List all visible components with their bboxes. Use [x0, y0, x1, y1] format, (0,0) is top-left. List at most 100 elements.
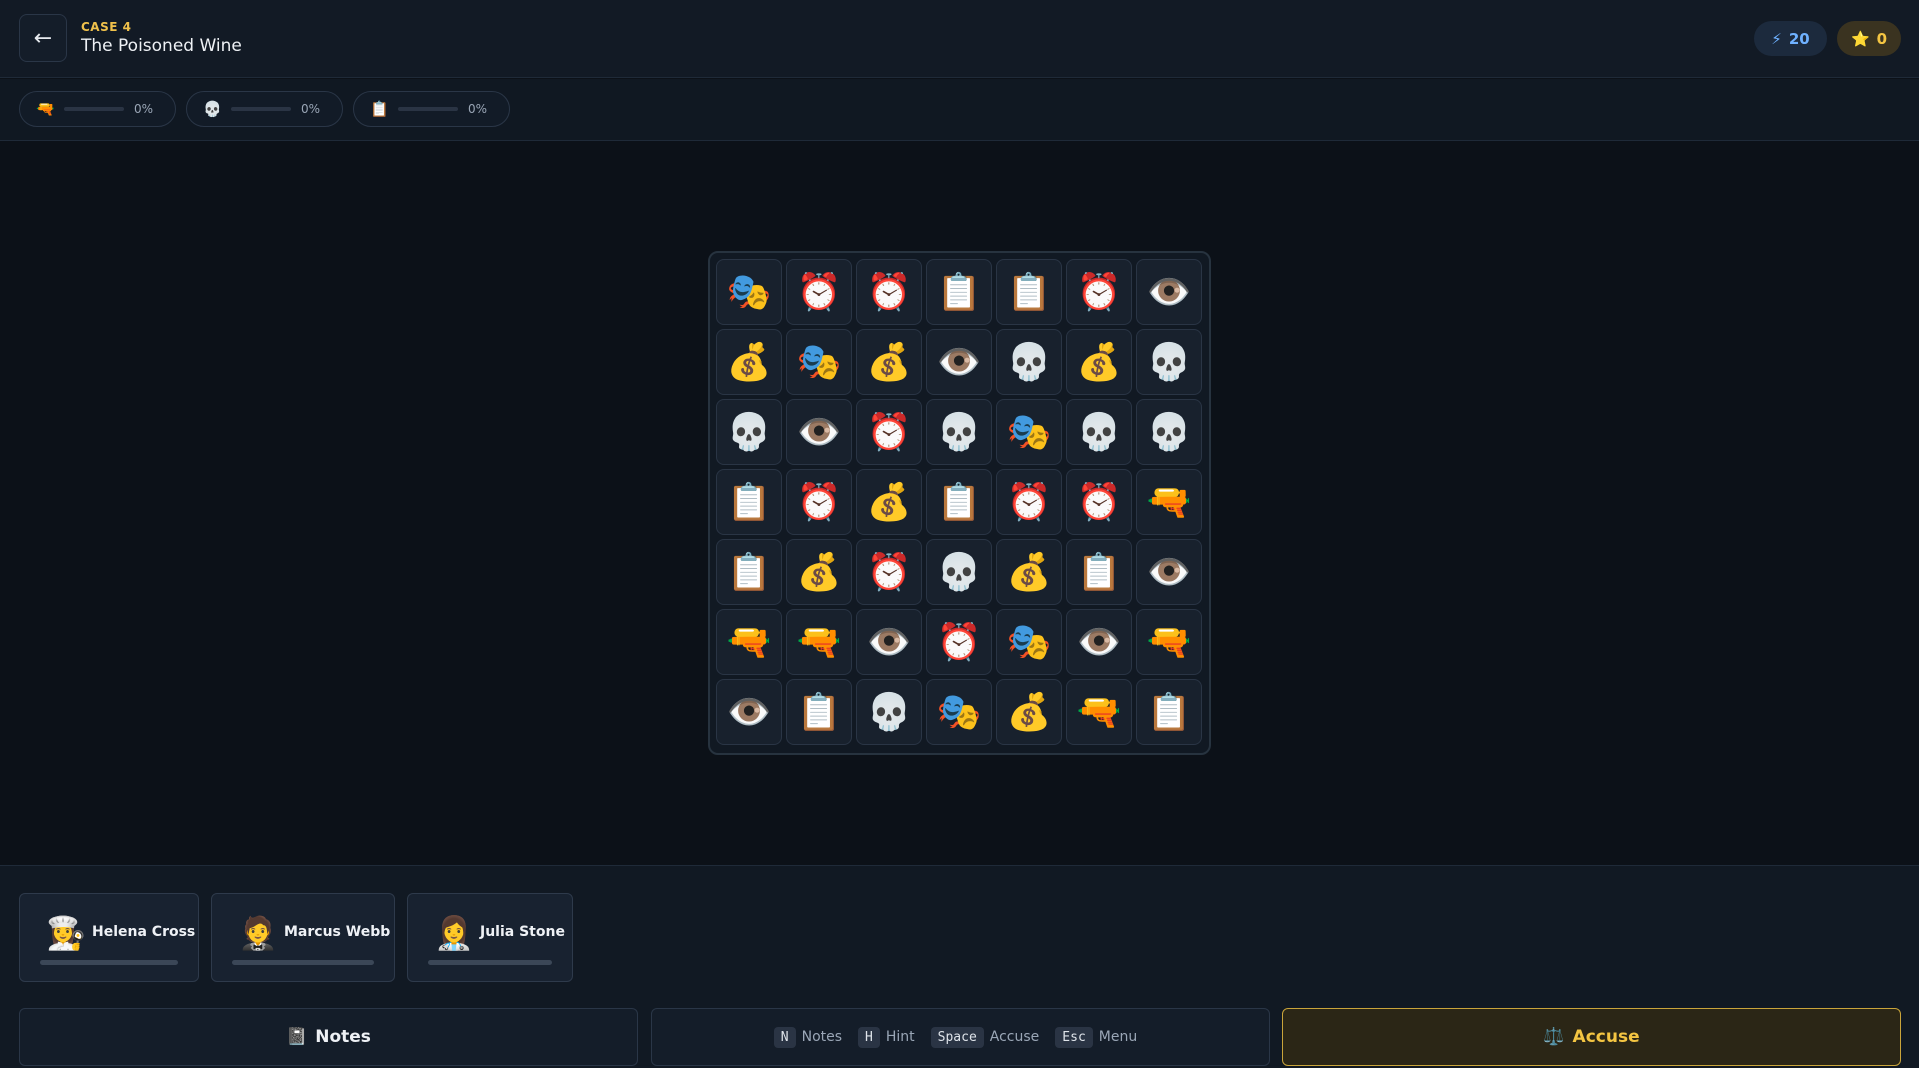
board-tile[interactable]: 👁️ — [786, 399, 852, 465]
water-gun-icon: 🔫 — [1076, 692, 1122, 733]
accuse-button[interactable]: ⚖️ Accuse — [1282, 1008, 1901, 1066]
board-tile[interactable]: 🔫 — [1136, 609, 1202, 675]
board-tile[interactable]: 👁️ — [1066, 609, 1132, 675]
alarm-clock-icon: ⏰ — [1076, 482, 1122, 523]
money-bag-icon: 💰 — [1006, 692, 1052, 733]
clipboard-icon: 📋 — [936, 482, 982, 523]
board-tile[interactable]: 👁️ — [1136, 539, 1202, 605]
board-tile[interactable]: ⏰ — [856, 259, 922, 325]
arrow-left-icon: ← — [33, 25, 53, 51]
board-tile[interactable]: ⏰ — [856, 539, 922, 605]
board-tile[interactable]: 🎭 — [926, 679, 992, 745]
progress-track — [398, 107, 458, 111]
clipboard-icon: 📋 — [1146, 692, 1192, 733]
money-bag-icon: 💰 — [796, 552, 842, 593]
board-tile[interactable]: 📋 — [926, 469, 992, 535]
board-tile[interactable]: 💀 — [926, 399, 992, 465]
board-tile[interactable]: 💀 — [996, 329, 1062, 395]
water-gun-icon: 🔫 — [1146, 482, 1192, 523]
skull-icon: 💀 — [203, 100, 222, 118]
theater-masks-icon: 🎭 — [1006, 622, 1052, 663]
shortcut-label: Menu — [1098, 1029, 1138, 1045]
progress-weapon: 🔫 0% — [19, 91, 176, 127]
alarm-clock-icon: ⏰ — [866, 412, 912, 453]
board-tile[interactable]: 💀 — [1136, 329, 1202, 395]
board-tile[interactable]: ⏰ — [1066, 259, 1132, 325]
shortcut-label: Hint — [885, 1029, 915, 1045]
board-tile[interactable]: 📋 — [1136, 679, 1202, 745]
board-tile[interactable]: 💰 — [856, 329, 922, 395]
board-tile[interactable]: 👁️ — [716, 679, 782, 745]
board-tile[interactable]: 💰 — [786, 539, 852, 605]
board-tile[interactable]: 🔫 — [716, 609, 782, 675]
board-tile[interactable]: 👁️ — [1136, 259, 1202, 325]
clipboard-icon: 📋 — [370, 100, 389, 118]
board-tile[interactable]: 🎭 — [716, 259, 782, 325]
shortcut-key: N — [773, 1026, 796, 1048]
board-tile[interactable]: 💰 — [856, 469, 922, 535]
suspicion-meter — [428, 960, 552, 965]
board-tile[interactable]: 📋 — [996, 259, 1062, 325]
energy-badge: ⚡ 20 — [1754, 21, 1827, 56]
board-tile[interactable]: 👁️ — [926, 329, 992, 395]
board-tile[interactable]: 👁️ — [856, 609, 922, 675]
eye-icon: 👁️ — [936, 342, 982, 383]
suspicion-meter — [40, 960, 178, 965]
board-tile[interactable]: 💀 — [716, 399, 782, 465]
suspect-card[interactable]: 👩‍🍳 Helena Cross — [19, 893, 199, 982]
clipboard-icon: 📋 — [796, 692, 842, 733]
board-tile[interactable]: 📋 — [1066, 539, 1132, 605]
suspect-card[interactable]: 🤵 Marcus Webb — [211, 893, 395, 982]
board-tile[interactable]: 🎭 — [996, 609, 1062, 675]
board-tile[interactable]: 📋 — [716, 539, 782, 605]
skull-icon: 💀 — [1006, 342, 1052, 383]
accuse-label: Accuse — [1572, 1027, 1640, 1047]
board-tile[interactable]: 💰 — [716, 329, 782, 395]
board-tile[interactable]: 💀 — [1136, 399, 1202, 465]
board-tile[interactable]: ⏰ — [786, 469, 852, 535]
board-tile[interactable]: ⏰ — [996, 469, 1062, 535]
skull-icon: 💀 — [936, 552, 982, 593]
shortcut-label: Accuse — [989, 1029, 1040, 1045]
theater-masks-icon: 🎭 — [726, 272, 772, 313]
eye-icon: 👁️ — [1146, 552, 1192, 593]
alarm-clock-icon: ⏰ — [866, 552, 912, 593]
skull-icon: 💀 — [936, 412, 982, 453]
back-button[interactable]: ← — [19, 14, 67, 62]
alarm-clock-icon: ⏰ — [866, 272, 912, 313]
board-tile[interactable]: 🎭 — [996, 399, 1062, 465]
energy-count: 20 — [1788, 29, 1810, 48]
board-tile[interactable]: 📋 — [786, 679, 852, 745]
board-tile[interactable]: 💀 — [856, 679, 922, 745]
alarm-clock-icon: ⏰ — [796, 272, 842, 313]
board-tile[interactable]: 📋 — [926, 259, 992, 325]
notebook-icon: 📓 — [286, 1027, 308, 1047]
shortcut-key: Space — [930, 1026, 984, 1048]
board-tile[interactable]: ⏰ — [1066, 469, 1132, 535]
suspect-card[interactable]: 👩‍⚕️ Julia Stone — [407, 893, 573, 982]
board-tile[interactable]: 💰 — [996, 539, 1062, 605]
board-tile[interactable]: ⏰ — [926, 609, 992, 675]
bottom-panel: 👩‍🍳 Helena Cross 🤵 Marcus Webb 👩‍⚕️ Juli… — [0, 865, 1919, 1068]
notes-button[interactable]: 📓 Notes — [19, 1008, 638, 1066]
money-bag-icon: 💰 — [726, 342, 772, 383]
board-tile[interactable]: 🔫 — [1136, 469, 1202, 535]
suspect-name: Helena Cross — [92, 924, 196, 940]
clipboard-icon: 📋 — [1076, 552, 1122, 593]
alarm-clock-icon: ⏰ — [796, 482, 842, 523]
theater-masks-icon: 🎭 — [796, 342, 842, 383]
stars-badge: ⭐ 0 — [1837, 21, 1901, 56]
board-tile[interactable]: 💀 — [926, 539, 992, 605]
board-tile[interactable]: ⏰ — [856, 399, 922, 465]
board-tile[interactable]: 📋 — [716, 469, 782, 535]
board-tile[interactable]: 🎭 — [786, 329, 852, 395]
board-tile[interactable]: 💰 — [1066, 329, 1132, 395]
board-tile[interactable]: 🔫 — [786, 609, 852, 675]
board-tile[interactable]: ⏰ — [786, 259, 852, 325]
alarm-clock-icon: ⏰ — [936, 622, 982, 663]
evidence-progress-bar: 🔫 0% 💀 0% 📋 0% — [0, 79, 1919, 141]
board-tile[interactable]: 💰 — [996, 679, 1062, 745]
board-tile[interactable]: 💀 — [1066, 399, 1132, 465]
board-tile[interactable]: 🔫 — [1066, 679, 1132, 745]
money-bag-icon: 💰 — [866, 482, 912, 523]
